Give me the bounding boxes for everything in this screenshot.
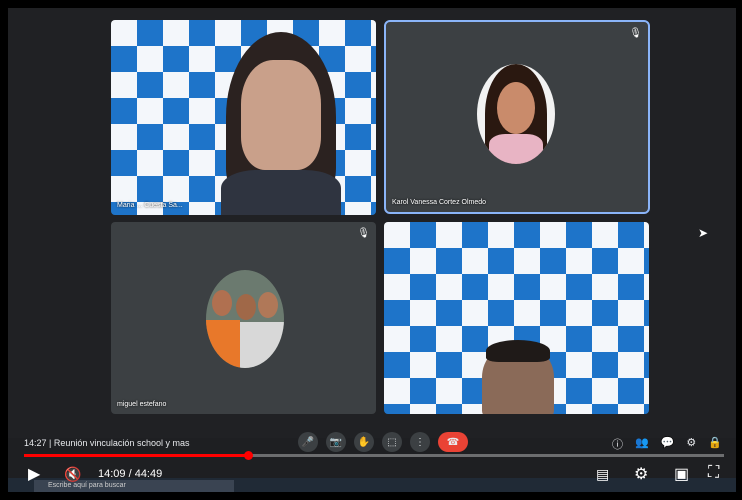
participant-body	[221, 170, 341, 215]
progress-bar[interactable]	[24, 451, 724, 460]
participant-hair	[486, 340, 550, 362]
participant-tile-3[interactable]: 🎙 miguel estefano	[111, 222, 376, 414]
info-icon[interactable]: ⓘ	[612, 436, 623, 452]
mic-button[interactable]: 🎤	[298, 432, 318, 452]
meet-window: Maria ... Cuesta Sa... 🎙 Karol Vanessa C…	[8, 8, 736, 438]
meeting-clock: 14:27	[24, 438, 47, 448]
more-options-button[interactable]: ⋮	[410, 432, 430, 452]
participant-tile-1[interactable]: Maria ... Cuesta Sa...	[111, 20, 376, 215]
progress-fill	[24, 454, 248, 457]
miniplayer-icon[interactable]: ▣	[674, 464, 689, 484]
avatar	[206, 270, 284, 368]
mute-icon[interactable]: 🔇	[64, 466, 81, 483]
participant-tile-4[interactable]	[384, 222, 649, 414]
end-call-button[interactable]: ☎	[438, 432, 468, 452]
chapters-icon[interactable]: ▤	[596, 466, 609, 483]
camera-button[interactable]: 📷	[326, 432, 346, 452]
meet-controls: 🎤 📷 ✋ ⬚ ⋮ ☎	[298, 432, 468, 452]
participant-tile-2[interactable]: 🎙 Karol Vanessa Cortez Olmedo	[384, 20, 650, 214]
mouse-cursor-icon: ➤	[698, 226, 709, 240]
activities-icon[interactable]: ⚙	[686, 436, 696, 452]
fullscreen-icon[interactable]: ⛶	[708, 464, 719, 482]
participant-name: Karol Vanessa Cortez Olmedo	[392, 199, 487, 206]
participant-name: miguel estefano	[117, 401, 167, 408]
people-icon[interactable]: 👥	[635, 436, 649, 452]
video-frame: Maria ... Cuesta Sa... 🎙 Karol Vanessa C…	[8, 8, 736, 492]
present-button[interactable]: ⬚	[382, 432, 402, 452]
meet-side-controls: ⓘ 👥 💬 ⚙ 🔒	[612, 436, 722, 452]
mic-off-icon: 🎙	[629, 28, 642, 39]
participant-face	[241, 60, 321, 170]
lock-icon[interactable]: 🔒	[708, 436, 722, 452]
participant-name: Maria ... Cuesta Sa...	[117, 202, 183, 209]
mic-off-icon: 🎙	[357, 228, 370, 239]
chat-icon[interactable]: 💬	[661, 436, 675, 452]
avatar	[477, 64, 555, 164]
raise-hand-button[interactable]: ✋	[354, 432, 374, 452]
progress-knob[interactable]	[244, 451, 253, 460]
time-display: 14:09 / 44:49	[98, 468, 163, 480]
settings-icon[interactable]: ⚙	[634, 464, 648, 484]
meeting-title: Reunión vinculación school y mas	[53, 438, 190, 448]
play-icon[interactable]: ▶	[28, 464, 40, 484]
meeting-info: 14:27 | Reunión vinculación school y mas	[24, 438, 190, 448]
